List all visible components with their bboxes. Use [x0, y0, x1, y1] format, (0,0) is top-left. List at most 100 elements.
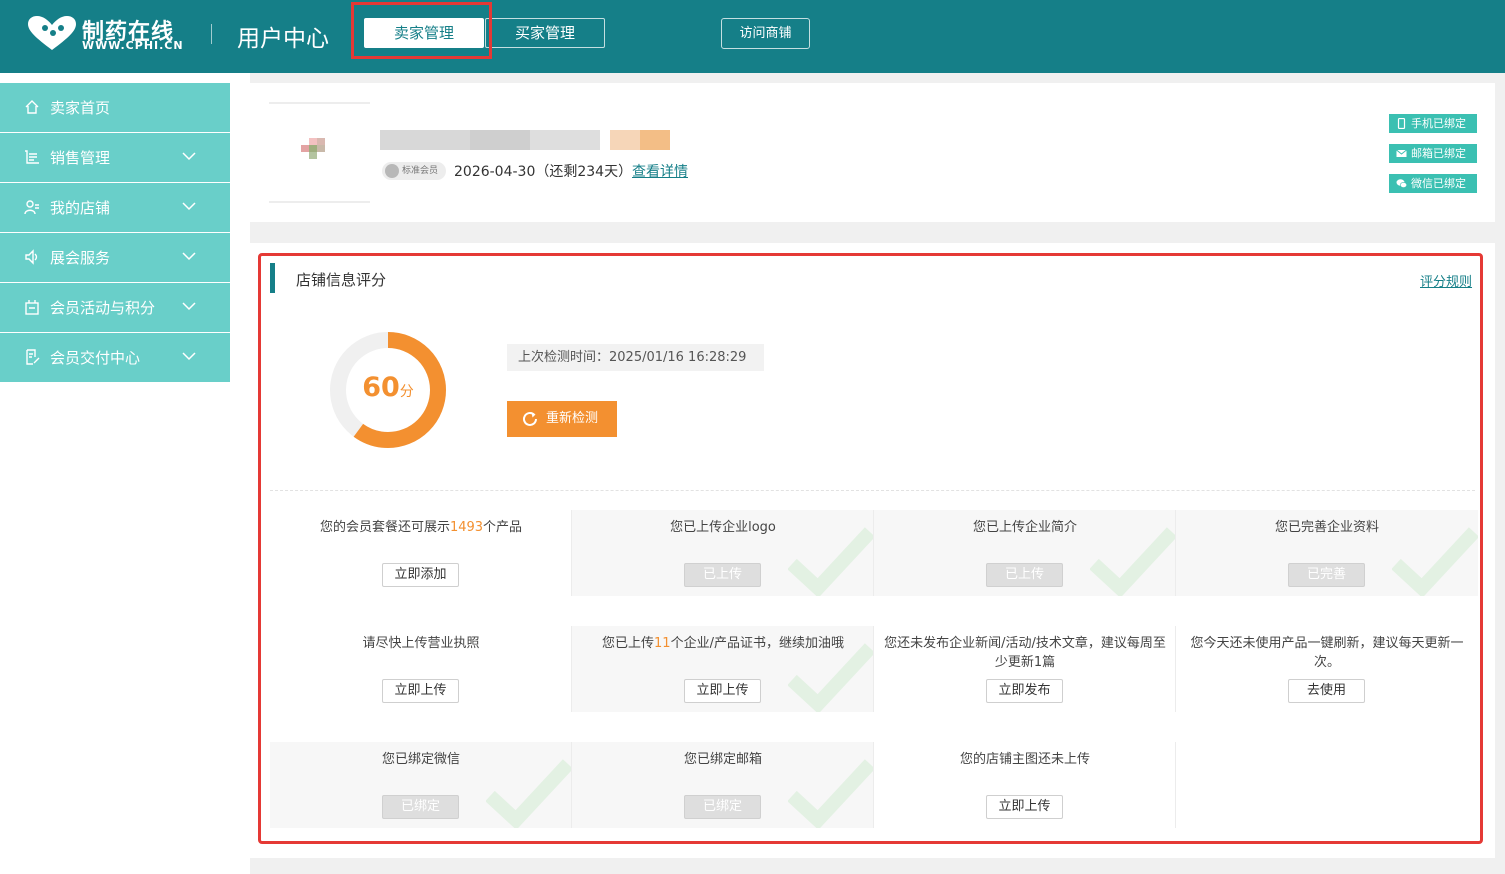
highlight-frame-tab	[351, 2, 492, 59]
phone-icon	[1397, 118, 1406, 129]
section-divider	[270, 490, 1475, 491]
member-level-badge: 标准会员	[382, 162, 446, 180]
tab-buyer-management[interactable]: 买家管理	[485, 18, 605, 48]
company-avatar[interactable]	[269, 102, 370, 203]
task-message: 您已绑定邮箱	[683, 752, 762, 767]
membership-expiry: 2026-04-30（还剩234天）	[454, 164, 633, 180]
task-message: 您今天还未使用产品一键刷新，建议每天更新一次。	[1190, 636, 1464, 670]
top-header: 制药在线 WWW.CPHI.CN 用户中心 卖家管理 买家管理 访问商铺	[0, 0, 1505, 73]
chevron-down-icon	[182, 352, 196, 361]
sidebar-item-exhibition[interactable]: 展会服务	[0, 233, 230, 282]
task-message: 您的会员套餐还可展示1493个产品	[319, 520, 523, 535]
profile-card: 标准会员 2026-04-30（还剩234天） 查看详情 手机已绑定 邮箱已绑定…	[250, 83, 1495, 222]
document-edit-icon	[26, 349, 40, 365]
view-details-link[interactable]: 查看详情	[632, 161, 688, 181]
chevron-down-icon	[182, 152, 196, 161]
sidebar-item-sales[interactable]: 销售管理	[0, 133, 230, 182]
task-cell-profile-info: 您已完善企业资料 已完善	[1176, 510, 1478, 596]
task-message: 您已上传11个企业/产品证书，继续加油哦	[602, 636, 844, 651]
intro-uploaded-button: 已上传	[986, 563, 1063, 587]
score-value: 60分	[330, 372, 446, 403]
sidebar: 卖家首页 销售管理 我的店铺 展会服务 会员活动与积分 会员交付中心	[0, 73, 250, 874]
wechat-bound-label: 微信已绑定	[1411, 177, 1466, 190]
sidebar-item-label: 我的店铺	[50, 199, 111, 217]
refresh-icon	[523, 411, 537, 426]
sales-list-icon	[25, 150, 39, 164]
chevron-down-icon	[182, 202, 196, 211]
sidebar-item-label: 会员活动与积分	[50, 299, 156, 317]
chevron-down-icon	[182, 252, 196, 261]
logo-uploaded-button: 已上传	[684, 563, 761, 587]
phone-bound-label: 手机已绑定	[1411, 117, 1466, 130]
sidebar-item-member-activity[interactable]: 会员活动与积分	[0, 283, 230, 332]
avatar-pixel	[301, 145, 309, 152]
chevron-down-icon	[182, 302, 196, 311]
upload-license-button[interactable]: 立即上传	[382, 679, 459, 703]
site-logo[interactable]: 制药在线 WWW.CPHI.CN	[26, 12, 186, 56]
task-cell-products: 您的会员套餐还可展示1493个产品 立即添加	[270, 510, 572, 596]
upload-main-image-button[interactable]: 立即上传	[986, 795, 1063, 819]
task-cell-main-image: 您的店铺主图还未上传 立即上传	[874, 742, 1176, 828]
score-unit: 分	[399, 384, 414, 400]
logo-heart-icon	[28, 16, 76, 50]
task-message: 请尽快上传营业执照	[362, 636, 480, 651]
use-refresh-button[interactable]: 去使用	[1288, 679, 1365, 703]
avatar-pixel	[317, 138, 325, 145]
logo-url: WWW.CPHI.CN	[82, 39, 184, 52]
mail-bound-label: 邮箱已绑定	[1411, 147, 1466, 160]
task-message: 您已完善企业资料	[1274, 520, 1379, 535]
task-cell-intro: 您已上传企业简介 已上传	[874, 510, 1176, 596]
upload-certificate-button[interactable]: 立即上传	[684, 679, 761, 703]
avatar-pixel	[309, 145, 317, 152]
sidebar-item-label: 展会服务	[50, 249, 111, 267]
task-cell-refresh: 您今天还未使用产品一键刷新，建议每天更新一次。 去使用	[1176, 626, 1478, 712]
header-divider	[211, 24, 212, 44]
sidebar-item-label: 销售管理	[50, 149, 111, 167]
sidebar-item-seller-home[interactable]: 卖家首页	[0, 83, 230, 132]
section-accent-bar	[270, 263, 275, 293]
mail-bound-tag[interactable]: 邮箱已绑定	[1389, 144, 1477, 163]
sidebar-item-label: 卖家首页	[50, 99, 111, 117]
wechat-bound-button: 已绑定	[382, 795, 459, 819]
recheck-label: 重新检测	[546, 411, 599, 426]
task-message: 您已上传企业logo	[670, 520, 776, 535]
gift-card-icon	[25, 300, 39, 315]
sidebar-item-delivery-center[interactable]: 会员交付中心	[0, 333, 230, 382]
user-store-icon	[24, 200, 39, 215]
wechat-icon	[1396, 179, 1407, 188]
profile-completed-button: 已完善	[1288, 563, 1365, 587]
phone-bound-tag[interactable]: 手机已绑定	[1389, 114, 1477, 133]
member-coin-icon	[385, 164, 399, 178]
scoring-rules-link[interactable]: 评分规则	[1420, 271, 1472, 290]
publish-news-button[interactable]: 立即发布	[986, 679, 1063, 703]
avatar-pixel	[309, 152, 317, 159]
member-level-label: 标准会员	[402, 166, 439, 176]
section-title: 店铺信息评分	[296, 271, 387, 289]
task-message: 您已绑定微信	[381, 752, 460, 767]
sidebar-item-my-store[interactable]: 我的店铺	[0, 183, 230, 232]
speaker-icon	[25, 249, 38, 265]
wechat-bound-tag[interactable]: 微信已绑定	[1389, 174, 1477, 193]
add-products-button[interactable]: 立即添加	[382, 563, 459, 587]
visit-store-button[interactable]: 访问商铺	[721, 18, 810, 49]
task-message: 您的店铺主图还未上传	[959, 752, 1090, 767]
sidebar-item-label: 会员交付中心	[50, 349, 141, 367]
cell-divider	[1175, 742, 1176, 828]
task-cell-certificates: 您已上传11个企业/产品证书，继续加油哦 立即上传	[572, 626, 874, 712]
page-title: 用户中心	[237, 26, 329, 52]
task-cell-email: 您已绑定邮箱 已绑定	[572, 742, 874, 828]
task-cell-wechat: 您已绑定微信 已绑定	[270, 742, 572, 828]
task-cell-logo: 您已上传企业logo 已上传	[572, 510, 874, 596]
task-message: 您已上传企业简介	[972, 520, 1077, 535]
avatar-pixel	[317, 145, 325, 152]
task-cell-license: 请尽快上传营业执照 立即上传	[270, 626, 572, 712]
score-number: 60	[362, 372, 400, 403]
email-bound-button: 已绑定	[684, 795, 761, 819]
mail-icon	[1396, 149, 1407, 157]
recheck-button[interactable]: 重新检测	[507, 401, 617, 437]
last-check-time: 上次检测时间：2025/01/16 16:28:29	[507, 344, 764, 371]
home-icon	[25, 100, 39, 114]
task-cell-news: 您还未发布企业新闻/活动/技术文章，建议每周至少更新1篇 立即发布	[874, 626, 1176, 712]
avatar-pixel	[309, 138, 317, 145]
task-message: 您还未发布企业新闻/活动/技术文章，建议每周至少更新1篇	[884, 636, 1166, 670]
